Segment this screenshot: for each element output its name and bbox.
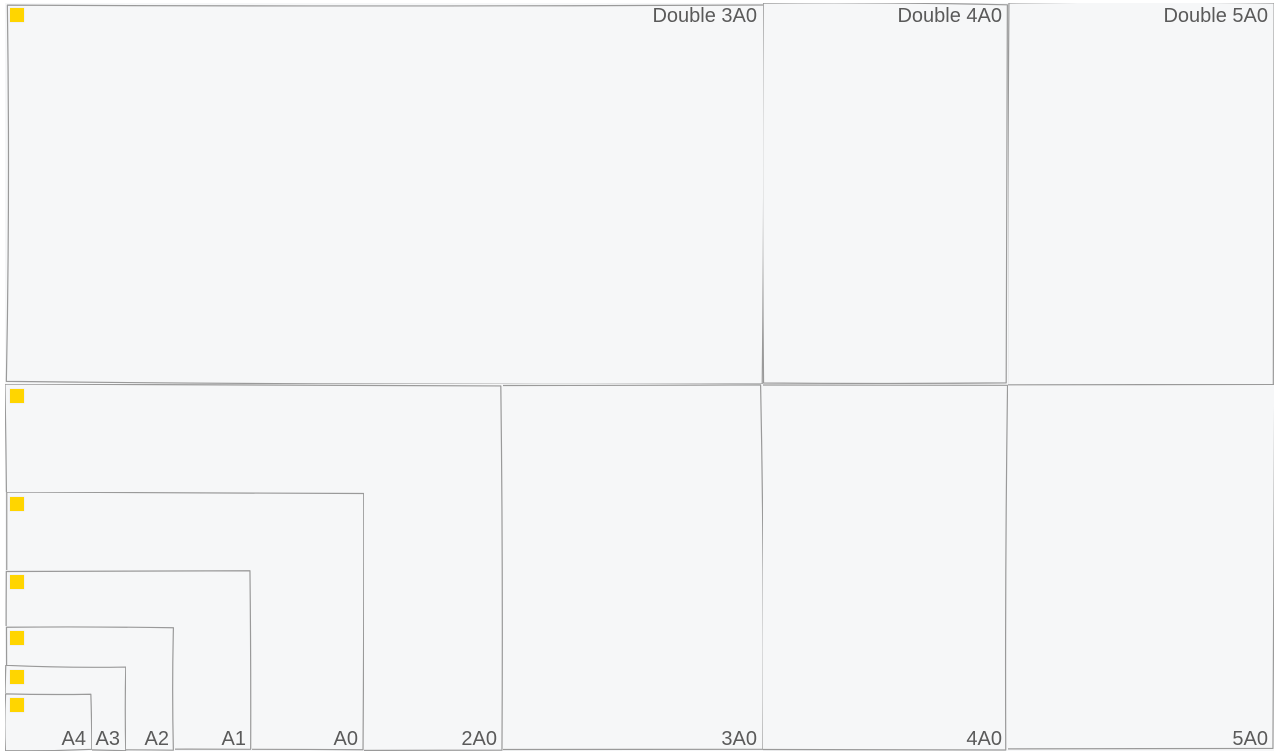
sheet-a4[interactable]: A4 [5, 693, 92, 751]
sheet-double-4a0[interactable]: Double 4A0 [763, 3, 1008, 384]
sheet-label: A4 [62, 728, 86, 751]
sheet-label: A0 [334, 728, 358, 751]
sheet-label: Double 4A0 [897, 5, 1002, 28]
sheet-label: A3 [96, 728, 120, 751]
token-icon [10, 698, 24, 712]
token-icon [10, 631, 24, 645]
sheet-label: A1 [222, 728, 246, 751]
sheet-label: 2A0 [461, 728, 497, 751]
sheet-label: Double 5A0 [1163, 5, 1268, 28]
sheet-label: 5A0 [1232, 728, 1268, 751]
paper-size-diagram: Double 3A0 Double 4A0 Double 5A0 5A0 4A0 3A0 2… [0, 0, 1279, 756]
sheet-double-3a0[interactable]: Double 3A0 [5, 3, 763, 384]
token-icon [10, 389, 24, 403]
token-icon [10, 497, 24, 511]
sheet-label: 4A0 [966, 728, 1002, 751]
sheet-label: Double 3A0 [652, 5, 757, 28]
token-icon [10, 8, 24, 22]
sheet-label: 3A0 [721, 728, 757, 751]
token-icon [10, 575, 24, 589]
sheet-label: A2 [145, 728, 169, 751]
token-icon [10, 670, 24, 684]
